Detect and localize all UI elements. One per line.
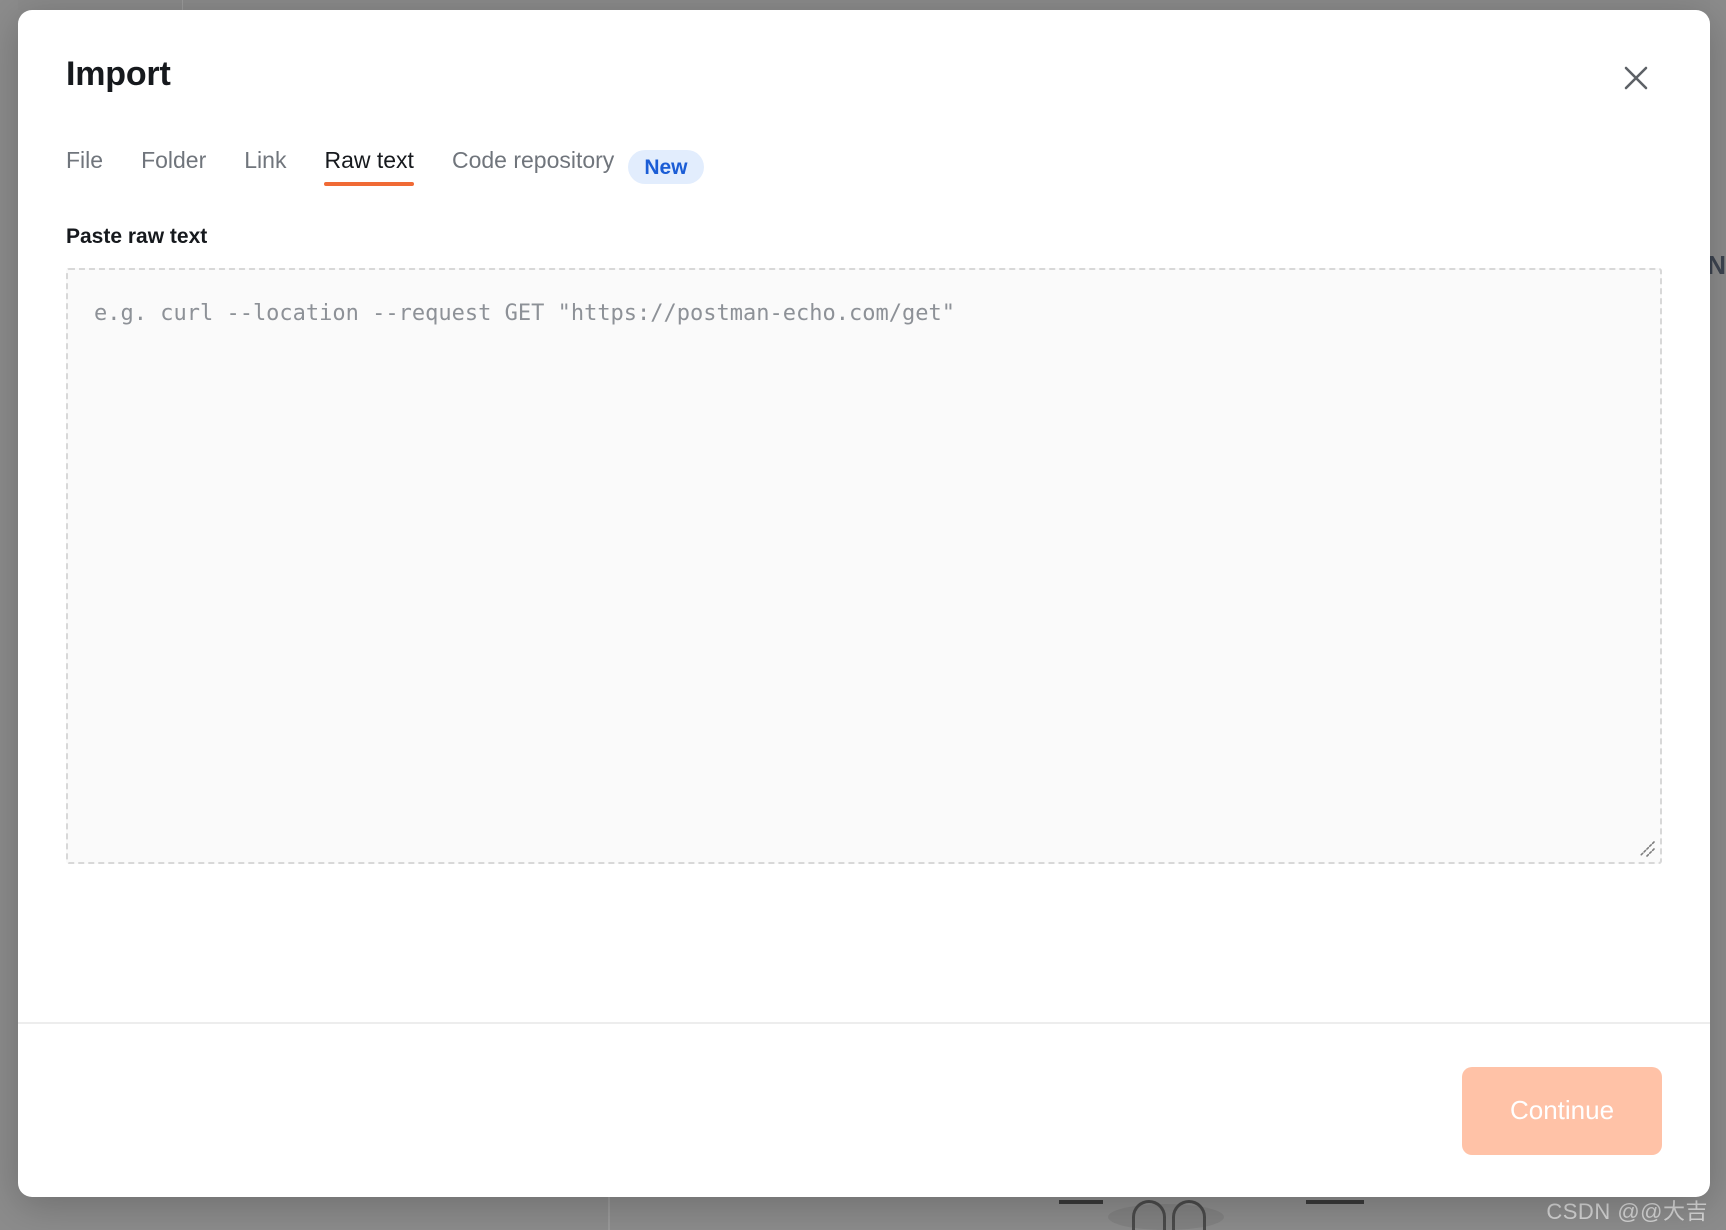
background-top-seam [182, 0, 183, 10]
dialog-header: Import [66, 54, 1662, 100]
import-dialog: Import File Folder Link Raw text Code re… [18, 10, 1710, 1197]
import-source-tabs: File Folder Link Raw text Code repositor… [66, 147, 1662, 187]
tab-file[interactable]: File [66, 147, 103, 186]
import-dialog-body: Import File Folder Link Raw text Code re… [18, 10, 1710, 1022]
tab-link[interactable]: Link [244, 147, 286, 186]
background-right-rail [1710, 0, 1726, 1230]
close-icon [1621, 63, 1651, 93]
background-ghost-shape-left [1132, 1200, 1166, 1230]
background-top-strip [0, 0, 1726, 10]
dialog-footer: Continue [18, 1022, 1710, 1197]
raw-text-field-wrapper [66, 268, 1662, 865]
background-ghost-dash-right [1306, 1200, 1364, 1204]
paste-raw-text-label: Paste raw text [66, 225, 208, 249]
background-bottom-seam [608, 1196, 610, 1230]
new-badge[interactable]: New [628, 150, 704, 185]
tab-code-repository-group: Code repository New [452, 147, 704, 186]
watermark: CSDN @@大吉 [1546, 1199, 1708, 1224]
continue-button[interactable]: Continue [1462, 1066, 1662, 1155]
tab-code-repository[interactable]: Code repository [452, 147, 614, 186]
background-ghost-shape-right [1172, 1200, 1206, 1230]
background-bottom-band [0, 1196, 1726, 1230]
tab-folder[interactable]: Folder [141, 147, 206, 186]
close-button[interactable] [1614, 56, 1658, 100]
background-ghost-shadow [1108, 1204, 1224, 1230]
background-left-rail [0, 0, 18, 1230]
page-title: Import [66, 55, 171, 93]
tab-raw-text[interactable]: Raw text [324, 147, 415, 187]
background-ghost-dash-left [1059, 1200, 1103, 1204]
background-edge-letter: N [1707, 250, 1726, 280]
raw-text-input[interactable] [66, 268, 1662, 865]
